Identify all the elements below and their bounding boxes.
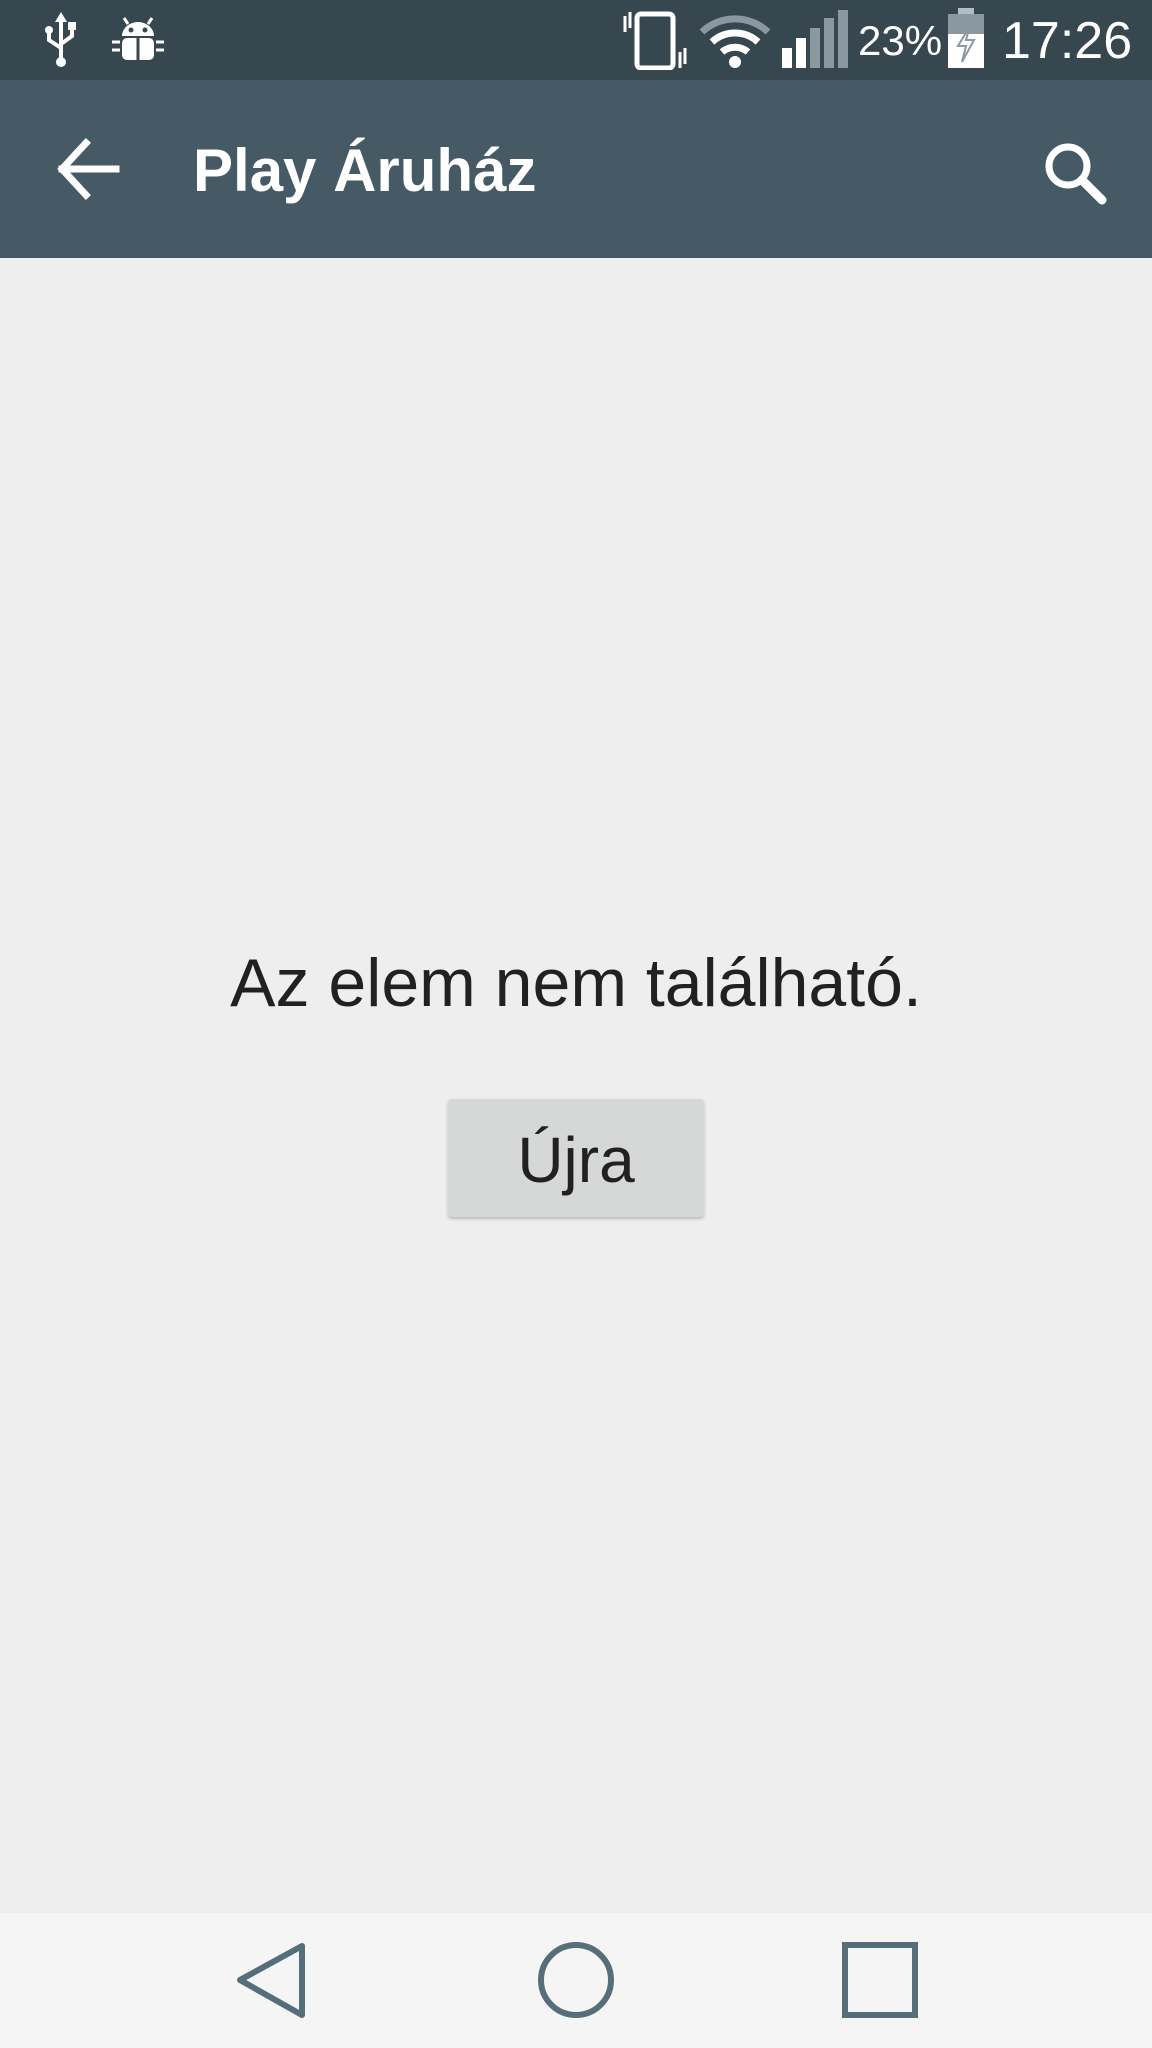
wifi-icon: [699, 15, 771, 68]
android-debug-icon: [112, 17, 164, 60]
back-button[interactable]: [44, 125, 132, 213]
error-message: Az elem nem található.: [230, 945, 922, 1021]
content-area: Az elem nem található. Újra: [0, 258, 1152, 1913]
battery-percent: 23%: [858, 17, 943, 64]
nav-recents-button[interactable]: [800, 1913, 960, 2048]
arrow-back-icon: [57, 138, 120, 200]
status-bar: 23% 17:26: [0, 0, 1152, 80]
usb-icon: [45, 12, 76, 67]
vibrate-icon: [623, 11, 687, 70]
nav-back-button[interactable]: [192, 1913, 352, 2048]
nav-home-button[interactable]: [496, 1913, 656, 2048]
back-triangle-icon: [237, 1943, 305, 2018]
home-circle-icon: [538, 1942, 614, 2018]
search-button[interactable]: [1030, 128, 1118, 216]
page-title: Play Áruház: [193, 137, 537, 204]
app-bar: Play Áruház: [0, 80, 1152, 258]
signal-icon: [782, 10, 848, 68]
retry-button[interactable]: Újra: [448, 1099, 704, 1217]
battery-charging-icon: [948, 8, 984, 68]
status-clock: 17:26: [1002, 12, 1133, 70]
recents-square-icon: [842, 1942, 918, 2018]
navigation-bar: [0, 1913, 1152, 2048]
search-icon: [1045, 143, 1107, 205]
